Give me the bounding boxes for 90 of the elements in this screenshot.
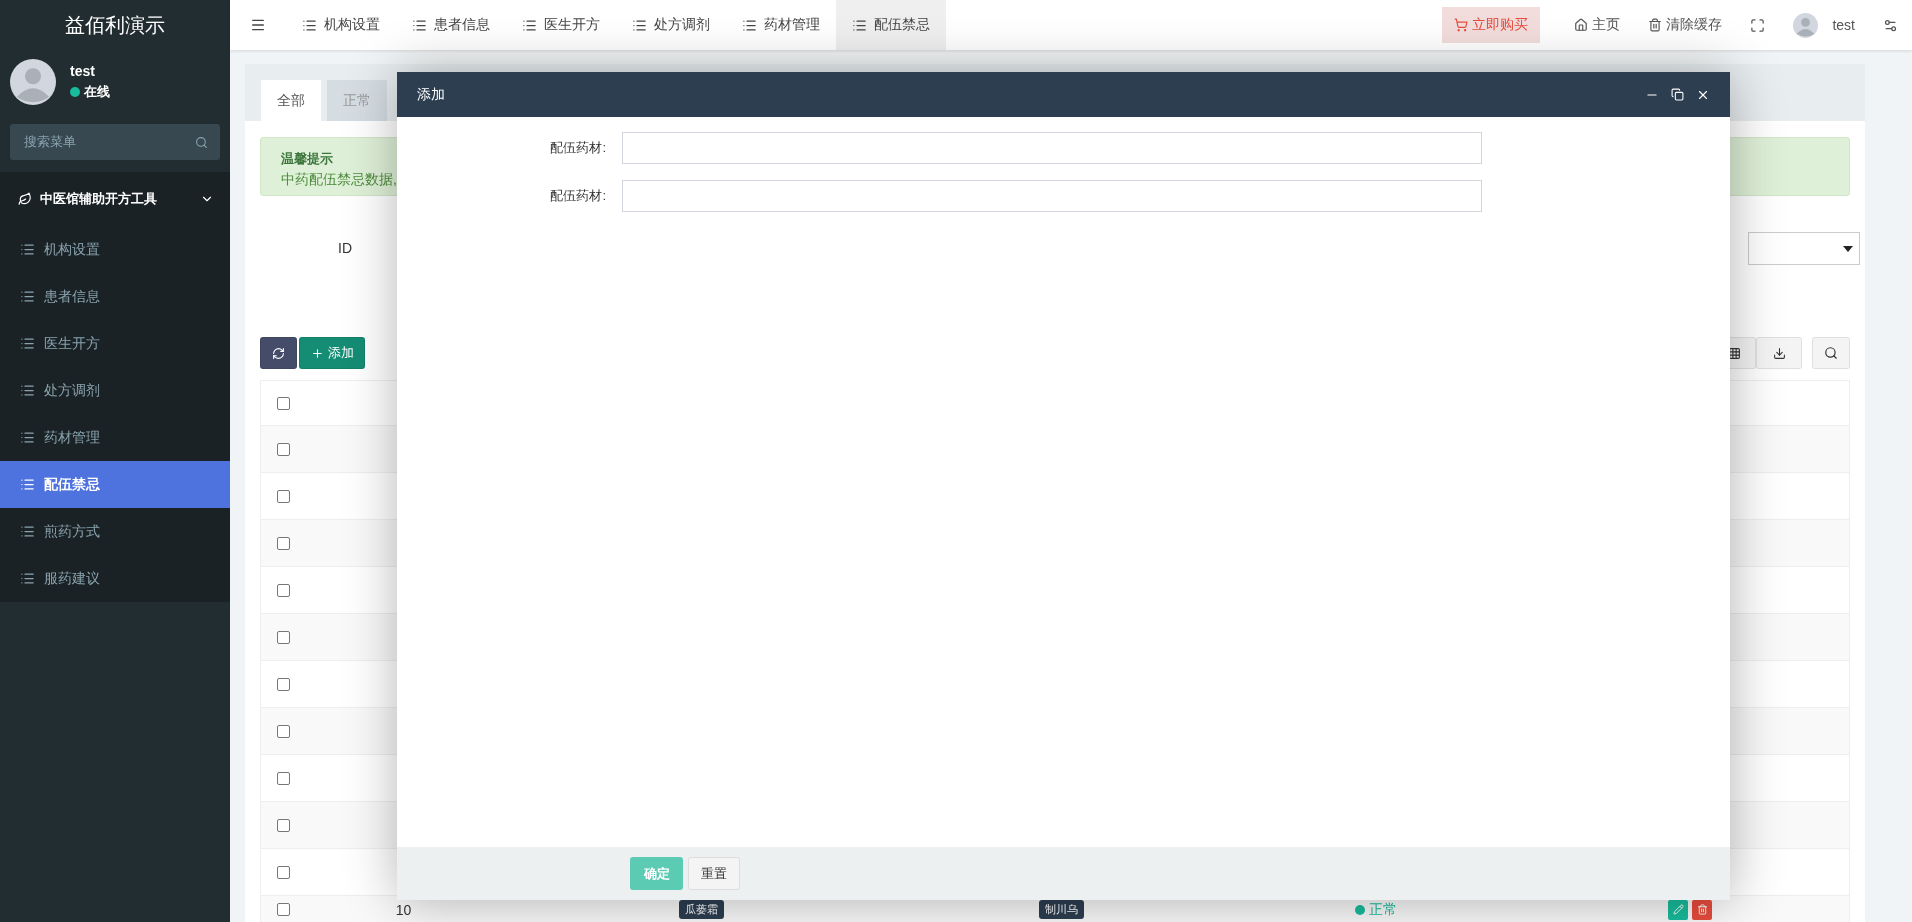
clear-cache-link[interactable]: 清除缓存 xyxy=(1634,16,1737,34)
list-icon xyxy=(20,383,35,398)
nav-tab[interactable]: 机构设置 xyxy=(286,0,396,50)
row-checkbox[interactable] xyxy=(277,865,290,879)
input-field[interactable] xyxy=(622,180,1482,212)
row-checkbox[interactable] xyxy=(277,903,290,916)
fullscreen-icon[interactable] xyxy=(1750,17,1766,33)
search-icon xyxy=(1824,346,1838,360)
nav-tab[interactable]: 患者信息 xyxy=(396,0,506,50)
row-checkbox[interactable] xyxy=(277,677,290,691)
nav-tab[interactable]: 药材管理 xyxy=(726,0,836,50)
list-icon xyxy=(632,17,647,33)
sidebar-item[interactable]: 患者信息 xyxy=(0,273,230,320)
sidebar-item[interactable]: 药材管理 xyxy=(0,414,230,461)
restore-icon[interactable] xyxy=(1671,87,1684,101)
herb-tag: 制川乌 xyxy=(1038,900,1084,919)
refresh-icon xyxy=(272,346,285,360)
add-button[interactable]: 添加 xyxy=(299,337,365,369)
grid-icon xyxy=(1727,346,1741,360)
list-icon xyxy=(20,336,35,351)
row-checkbox[interactable] xyxy=(277,583,290,597)
list-icon xyxy=(302,17,317,33)
reset-button[interactable]: 重置 xyxy=(688,857,740,890)
pencil-icon xyxy=(1672,904,1684,915)
sidebar-item[interactable]: 处方调剂 xyxy=(0,367,230,414)
id-cell: 10 xyxy=(395,901,412,918)
trash-icon xyxy=(1648,18,1663,32)
notice-text: 中药配伍禁忌数据, xyxy=(281,171,398,189)
list-icon xyxy=(20,242,35,257)
cart-icon xyxy=(1454,18,1469,32)
user-status: 在线 xyxy=(84,83,110,101)
list-icon xyxy=(852,17,867,33)
refresh-button[interactable] xyxy=(260,337,297,369)
sidebar-item[interactable]: 服药建议 xyxy=(0,555,230,602)
id-label: ID xyxy=(337,239,353,258)
list-icon xyxy=(522,17,537,33)
sidebar-item[interactable]: 机构设置 xyxy=(0,226,230,273)
app-logo[interactable]: 益佰利演示 xyxy=(0,0,230,50)
input-field[interactable] xyxy=(622,132,1482,164)
select-all-checkbox[interactable] xyxy=(277,396,290,410)
menu-section[interactable]: 中医馆辅助开方工具 xyxy=(0,172,230,226)
list-icon xyxy=(20,524,35,539)
row-checkbox[interactable] xyxy=(277,818,290,832)
plus-icon xyxy=(310,346,324,360)
user-avatar xyxy=(1793,12,1819,38)
user-avatar xyxy=(10,59,56,105)
settings-icon[interactable] xyxy=(1883,17,1898,33)
leaf-icon xyxy=(18,192,32,206)
list-icon xyxy=(20,289,35,304)
row-checkbox[interactable] xyxy=(277,536,290,550)
sidebar-item[interactable]: 配伍禁忌 xyxy=(0,461,230,508)
status-dot xyxy=(1355,904,1365,915)
row-checkbox[interactable] xyxy=(277,630,290,644)
caret-icon xyxy=(1843,245,1853,252)
delete-button[interactable] xyxy=(1692,899,1712,920)
export-button[interactable] xyxy=(1756,337,1802,369)
home-link[interactable]: 主页 xyxy=(1560,16,1635,34)
sidebar-item[interactable]: 医生开方 xyxy=(0,320,230,367)
dialog-title: 添加 xyxy=(417,85,445,104)
menu-icon[interactable] xyxy=(250,17,266,33)
search-button[interactable] xyxy=(1812,337,1850,369)
online-dot xyxy=(70,87,80,97)
list-icon xyxy=(20,430,35,445)
list-icon xyxy=(20,477,35,492)
field-label: 配伍药材: xyxy=(549,187,607,205)
edit-button[interactable] xyxy=(1668,899,1688,920)
list-icon xyxy=(412,17,427,33)
row-checkbox[interactable] xyxy=(277,489,290,503)
select-field[interactable] xyxy=(1748,232,1860,265)
nav-tab[interactable]: 配伍禁忌 xyxy=(836,0,946,50)
trash-icon xyxy=(1696,904,1708,915)
list-icon xyxy=(20,571,35,586)
menu-search-field[interactable]: 搜索菜单 xyxy=(10,124,220,160)
sidebar-item[interactable]: 煎药方式 xyxy=(0,508,230,555)
status-text: 正常 xyxy=(1369,900,1397,919)
export-icon xyxy=(1772,346,1786,360)
nav-tab[interactable]: 医生开方 xyxy=(506,0,616,50)
row-checkbox[interactable] xyxy=(277,724,290,738)
search-icon xyxy=(195,135,208,149)
user-menu[interactable]: test xyxy=(1779,12,1869,38)
row-checkbox[interactable] xyxy=(277,771,290,785)
filter-tab[interactable]: 全部 xyxy=(261,80,321,121)
list-icon xyxy=(742,17,757,33)
user-name: test xyxy=(70,63,96,79)
home-icon xyxy=(1574,18,1589,32)
herb-tag: 瓜蒌霜 xyxy=(678,900,724,919)
notice-title: 温馨提示 xyxy=(281,150,334,168)
field-label: 配伍药材: xyxy=(549,139,607,157)
row-checkbox[interactable] xyxy=(277,442,290,456)
nav-tab[interactable]: 处方调剂 xyxy=(616,0,726,50)
